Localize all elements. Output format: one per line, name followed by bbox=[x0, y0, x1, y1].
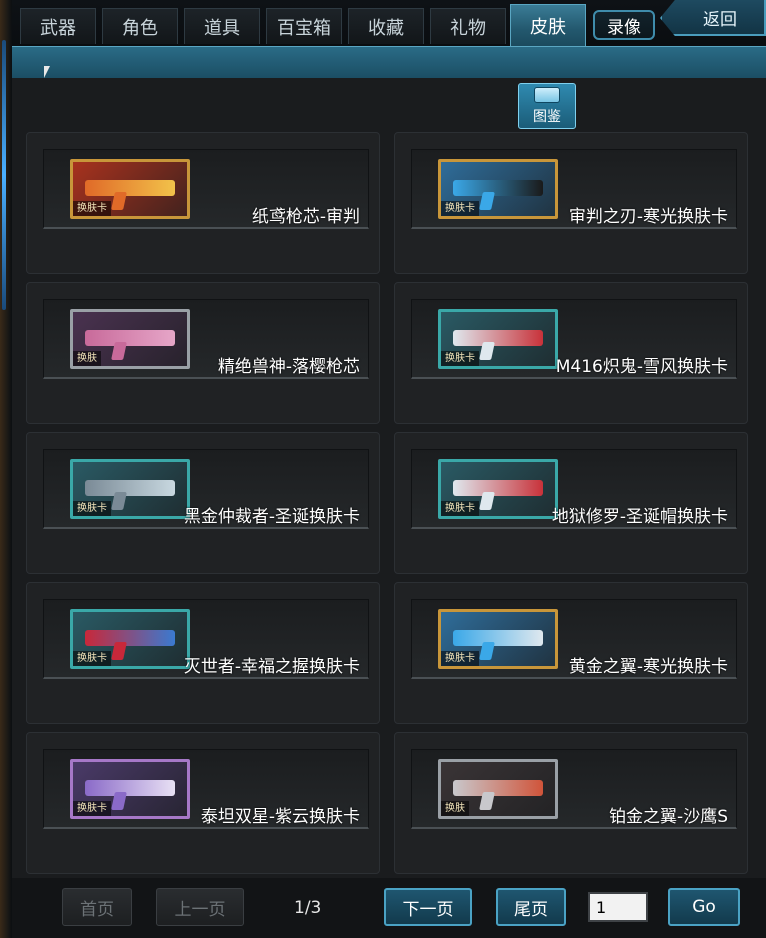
gun-grip-icon bbox=[111, 342, 127, 360]
tab-gifts[interactable]: 礼物 bbox=[430, 8, 506, 44]
gun-grip-icon bbox=[111, 492, 127, 510]
tab-favorites[interactable]: 收藏 bbox=[348, 8, 424, 44]
skin-item-slot: 换肤卡 泰坦双星-紫云换肤卡 bbox=[43, 749, 369, 829]
skin-item-card[interactable]: 换肤卡 泰坦双星-紫云换肤卡 bbox=[26, 732, 380, 874]
skin-card-tag: 换肤卡 bbox=[73, 201, 111, 216]
skin-item-card[interactable]: 换肤卡 灭世者-幸福之握换肤卡 bbox=[26, 582, 380, 724]
skin-item-card[interactable]: 换肤卡 纸鸢枪芯-审判 bbox=[26, 132, 380, 274]
skin-name: 地狱修罗-圣诞帽换肤卡 bbox=[551, 507, 728, 527]
gun-icon bbox=[85, 180, 175, 196]
gun-icon bbox=[453, 630, 543, 646]
page-indicator: 1/3 bbox=[294, 898, 322, 918]
skin-list-panel: 图鉴 换肤卡 纸鸢枪芯-审判 换肤卡 审判之刃-寒光换肤卡 换肤 精绝兽神-落樱枪芯 换肤卡… bbox=[12, 78, 766, 878]
go-button[interactable]: Go bbox=[668, 888, 740, 926]
skin-card-tag: 换肤卡 bbox=[441, 501, 479, 516]
skin-item-slot: 换肤 精绝兽神-落樱枪芯 bbox=[43, 299, 369, 379]
tab-weapons[interactable]: 武器 bbox=[20, 8, 96, 44]
skin-name: 泰坦双星-紫云换肤卡 bbox=[200, 807, 360, 827]
skin-thumbnail: 换肤卡 bbox=[438, 609, 558, 669]
skin-card-tag: 换肤卡 bbox=[441, 201, 479, 216]
skin-item-slot: 换肤卡 黄金之翼-寒光换肤卡 bbox=[411, 599, 737, 679]
gun-icon bbox=[453, 780, 543, 796]
skin-card-tag: 换肤卡 bbox=[73, 801, 111, 816]
skin-item-card[interactable]: 换肤 精绝兽神-落樱枪芯 bbox=[26, 282, 380, 424]
skin-thumbnail: 换肤卡 bbox=[438, 309, 558, 369]
skin-item-slot: 换肤 铂金之翼-沙鹰S bbox=[411, 749, 737, 829]
skin-card-tag: 换肤 bbox=[73, 351, 101, 366]
skin-name: 铂金之翼-沙鹰S bbox=[609, 807, 728, 827]
gun-grip-icon bbox=[479, 492, 495, 510]
gun-grip-icon bbox=[479, 792, 495, 810]
skin-thumbnail: 换肤 bbox=[438, 759, 558, 819]
gun-grip-icon bbox=[111, 192, 127, 210]
skin-card-tag: 换肤卡 bbox=[441, 351, 479, 366]
gun-grip-icon bbox=[479, 642, 495, 660]
skin-item-slot: 换肤卡 地狱修罗-圣诞帽换肤卡 bbox=[411, 449, 737, 529]
skin-card-tag: 换肤卡 bbox=[441, 651, 479, 666]
skin-item-card[interactable]: 换肤卡 黑金仲裁者-圣诞换肤卡 bbox=[26, 432, 380, 574]
skin-window: 武器 角色 道具 百宝箱 收藏 礼物 皮肤 录像 返回 图鉴 换肤卡 纸鸢枪芯-审… bbox=[12, 0, 766, 938]
skin-name: 纸鸢枪芯-审判 bbox=[251, 207, 360, 227]
skin-item-slot: 换肤卡 M416炽鬼-雪风换肤卡 bbox=[411, 299, 737, 379]
skin-name: M416炽鬼-雪风换肤卡 bbox=[555, 357, 728, 377]
skin-card-tag: 换肤卡 bbox=[73, 501, 111, 516]
skin-name: 精绝兽神-落樱枪芯 bbox=[217, 357, 360, 377]
gun-icon bbox=[85, 480, 175, 496]
back-button[interactable]: 返回 bbox=[660, 0, 766, 36]
first-page-button[interactable]: 首页 bbox=[62, 888, 132, 926]
tab-bar: 武器 角色 道具 百宝箱 收藏 礼物 皮肤 录像 返回 bbox=[12, 0, 766, 46]
pagination-bar: 首页 上一页 1/3 下一页 尾页 Go bbox=[12, 878, 766, 938]
skin-item-slot: 换肤卡 纸鸢枪芯-审判 bbox=[43, 149, 369, 229]
skin-item-card[interactable]: 换肤卡 地狱修罗-圣诞帽换肤卡 bbox=[394, 432, 748, 574]
skin-name: 黄金之翼-寒光换肤卡 bbox=[568, 657, 728, 677]
last-page-button[interactable]: 尾页 bbox=[496, 888, 566, 926]
mouse-cursor-icon bbox=[44, 66, 56, 78]
gun-icon bbox=[453, 480, 543, 496]
skin-item-card[interactable]: 换肤 铂金之翼-沙鹰S bbox=[394, 732, 748, 874]
skin-item-card[interactable]: 换肤卡 审判之刃-寒光换肤卡 bbox=[394, 132, 748, 274]
skin-item-slot: 换肤卡 灭世者-幸福之握换肤卡 bbox=[43, 599, 369, 679]
skin-card-tag: 换肤卡 bbox=[73, 651, 111, 666]
sub-header-bar bbox=[12, 46, 766, 78]
skin-card-tag: 换肤 bbox=[441, 801, 469, 816]
skin-thumbnail: 换肤卡 bbox=[70, 459, 190, 519]
atlas-button[interactable]: 图鉴 bbox=[518, 83, 576, 129]
skin-name: 审判之刃-寒光换肤卡 bbox=[568, 207, 728, 227]
book-icon bbox=[534, 87, 560, 103]
skin-item-slot: 换肤卡 审判之刃-寒光换肤卡 bbox=[411, 149, 737, 229]
left-glow-strip bbox=[2, 40, 6, 310]
skin-thumbnail: 换肤 bbox=[70, 309, 190, 369]
skin-item-card[interactable]: 换肤卡 黄金之翼-寒光换肤卡 bbox=[394, 582, 748, 724]
gun-icon bbox=[453, 180, 543, 196]
record-button[interactable]: 录像 bbox=[593, 10, 655, 40]
tab-items[interactable]: 道具 bbox=[184, 8, 260, 44]
tab-skins[interactable]: 皮肤 bbox=[510, 4, 586, 46]
atlas-label: 图鉴 bbox=[533, 109, 561, 125]
skin-item-card[interactable]: 换肤卡 M416炽鬼-雪风换肤卡 bbox=[394, 282, 748, 424]
skin-thumbnail: 换肤卡 bbox=[438, 459, 558, 519]
gun-grip-icon bbox=[479, 192, 495, 210]
gun-grip-icon bbox=[111, 642, 127, 660]
skin-name: 灭世者-幸福之握换肤卡 bbox=[183, 657, 360, 677]
prev-page-button[interactable]: 上一页 bbox=[156, 888, 244, 926]
gun-icon bbox=[85, 780, 175, 796]
gun-icon bbox=[453, 330, 543, 346]
skin-thumbnail: 换肤卡 bbox=[70, 159, 190, 219]
gun-icon bbox=[85, 330, 175, 346]
next-page-button[interactable]: 下一页 bbox=[384, 888, 472, 926]
skin-item-slot: 换肤卡 黑金仲裁者-圣诞换肤卡 bbox=[43, 449, 369, 529]
tab-characters[interactable]: 角色 bbox=[102, 8, 178, 44]
skin-name: 黑金仲裁者-圣诞换肤卡 bbox=[183, 507, 360, 527]
tab-treasure-box[interactable]: 百宝箱 bbox=[266, 8, 342, 44]
skin-thumbnail: 换肤卡 bbox=[70, 759, 190, 819]
gun-icon bbox=[85, 630, 175, 646]
gun-grip-icon bbox=[111, 792, 127, 810]
skin-thumbnail: 换肤卡 bbox=[438, 159, 558, 219]
gun-grip-icon bbox=[479, 342, 495, 360]
left-edge-decoration bbox=[0, 0, 12, 938]
page-number-input[interactable] bbox=[588, 892, 648, 922]
skin-thumbnail: 换肤卡 bbox=[70, 609, 190, 669]
